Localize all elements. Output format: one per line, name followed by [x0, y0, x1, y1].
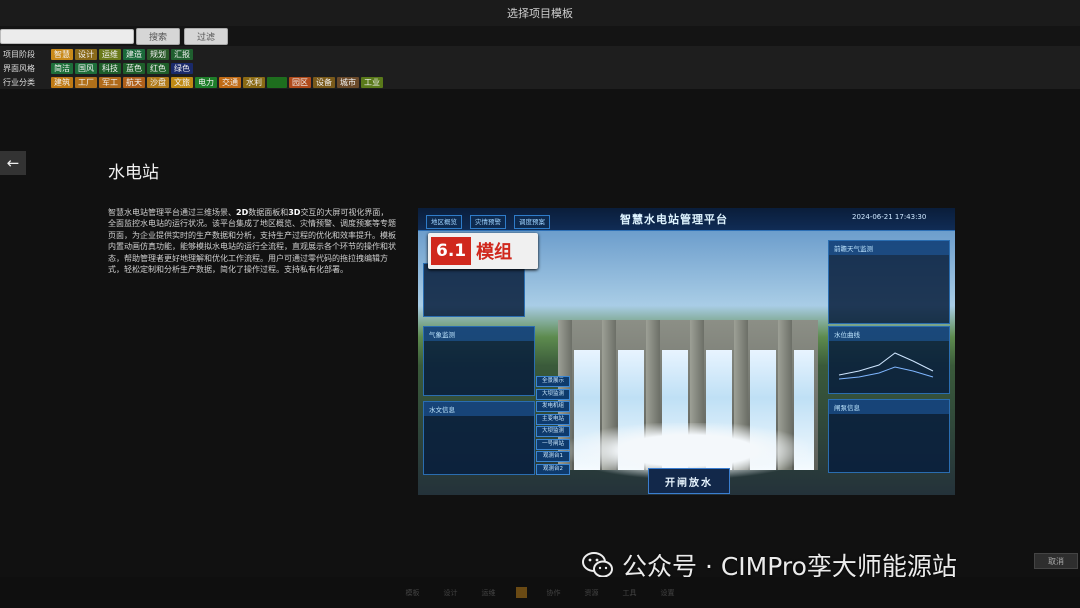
- filter-button[interactable]: 过滤: [184, 27, 229, 45]
- filter-tag-style[interactable]: 科技: [99, 62, 121, 74]
- window-title: 选择项目模板: [507, 7, 573, 20]
- search-button[interactable]: 搜索: [136, 27, 181, 45]
- preview-side-item: 发电机组: [536, 401, 570, 412]
- preview-panel-overview: [423, 263, 525, 317]
- filter-tag-industry[interactable]: 园区: [289, 76, 311, 88]
- filter-panel: 项目阶段 智慧 设计 运维 建造 规划 汇报 界面风格 简洁 国风 科技 蓝色 红色 绿色 行业分类…: [0, 46, 1080, 89]
- cancel-button[interactable]: 取消: [1034, 553, 1078, 569]
- filter-tag-industry[interactable]: 交通: [219, 76, 241, 88]
- module-badge-number: 6.1: [431, 237, 472, 265]
- open-gate-button: 开闸放水: [648, 468, 730, 494]
- arrow-left-icon: ←: [6, 154, 20, 172]
- filter-tag-industry[interactable]: 建筑: [51, 76, 73, 88]
- preview-tab: 地区概览: [426, 215, 462, 229]
- preview-side-item: 一号闸站: [536, 438, 570, 450]
- bottom-bar-square-icon: [515, 587, 527, 598]
- preview-title: 智慧水电站管理平台: [620, 213, 728, 226]
- filter-tag-stage[interactable]: 运维: [99, 48, 121, 60]
- filter-row-style: 界面风格 简洁 国风 科技 蓝色 红色 绿色: [0, 61, 1080, 75]
- preview-side-list: 全景展示 大坝监测 发电机组 主变电站 大坝监测 一号闸站 观测台1 观测台2: [536, 376, 570, 476]
- filter-tag-stage[interactable]: 汇报: [171, 48, 193, 60]
- module-badge-label: 模组: [476, 242, 513, 263]
- preview-panel-hydro: 水文信息: [423, 401, 535, 475]
- back-button[interactable]: ←: [0, 151, 26, 175]
- wechat-icon: [582, 552, 613, 578]
- filter-tag-industry[interactable]: 电力: [195, 76, 217, 88]
- preview-panel-gate: 闸泵信息: [828, 399, 950, 473]
- preview-side-item: 大坝监测: [536, 426, 570, 437]
- bottom-bar-item[interactable]: 模板: [406, 588, 420, 598]
- preview-time: 2024-06-21 17:43:30: [852, 213, 927, 221]
- filter-tag-stage[interactable]: 设计: [75, 48, 97, 60]
- bottom-bar-item[interactable]: 设置: [661, 588, 675, 598]
- bottom-bar-item[interactable]: 协作: [547, 588, 561, 598]
- template-description: 智慧水电站管理平台通过三维场景、2D数据面板和3D交互的大屏可视化界面，全面监控…: [108, 208, 396, 275]
- preview-side-item: 主变电站: [536, 413, 570, 425]
- filter-row-industry: 行业分类 建筑 工厂 军工 航天 沙盘 文旅 电力 交通 水利 园区 设备 城市 工业: [0, 75, 1080, 89]
- panel-title: 水位曲线: [829, 327, 949, 341]
- filter-tag-stage[interactable]: 智慧: [51, 48, 73, 60]
- preview-tab: 灾情预警: [470, 215, 506, 229]
- water-level-line-icon: [838, 352, 934, 380]
- preview-tab: 调度预案: [514, 215, 550, 229]
- filter-label-style: 界面风格: [3, 63, 35, 73]
- filter-tag-style[interactable]: 国风: [75, 62, 97, 74]
- preview-panel-curve: 水位曲线: [828, 326, 950, 394]
- bottom-bar-item[interactable]: 运维: [482, 588, 496, 598]
- filter-tag-style[interactable]: 红色: [147, 62, 169, 74]
- bottom-bar-item[interactable]: 工具: [623, 588, 637, 598]
- preview-side-item: 大坝监测: [536, 388, 570, 400]
- filter-tag-style[interactable]: 蓝色: [123, 62, 145, 74]
- filter-tag-industry[interactable]: 设备: [313, 76, 335, 88]
- filter-label-stage: 项目阶段: [3, 49, 35, 59]
- toolbar: 搜索 过滤: [0, 26, 1080, 46]
- preview-panel-forecast: 前瞻天气监测: [828, 240, 950, 324]
- filter-tag-style[interactable]: 绿色: [171, 62, 193, 74]
- template-preview-image[interactable]: 地区概览 灾情预警 调度预案 智慧水电站管理平台 2024-06-21 17:4…: [418, 208, 955, 495]
- filter-tag-industry[interactable]: 沙盘: [147, 76, 169, 88]
- filter-tag-industry[interactable]: 工厂: [75, 76, 97, 88]
- panel-title: 闸泵信息: [829, 400, 949, 414]
- page-title: 水电站: [108, 163, 159, 183]
- filter-tag-stage[interactable]: 建造: [123, 48, 145, 60]
- filter-row-stage: 项目阶段 智慧 设计 运维 建造 规划 汇报: [0, 47, 1080, 61]
- filter-label-industry: 行业分类: [3, 77, 35, 87]
- preview-side-item: 全景展示: [536, 376, 570, 387]
- search-input[interactable]: [0, 28, 134, 44]
- preview-panel-weather: 气象监测: [423, 326, 535, 396]
- filter-tag-industry[interactable]: 军工: [99, 76, 121, 88]
- panel-title: 水文信息: [424, 402, 534, 416]
- preview-header: 地区概览 灾情预警 调度预案 智慧水电站管理平台 2024-06-21 17:4…: [418, 208, 955, 231]
- filter-tag-industry[interactable]: 航天: [123, 76, 145, 88]
- module-badge: 6.1 模组: [428, 233, 538, 269]
- filter-tag-industry[interactable]: 文旅: [171, 76, 193, 88]
- bottom-bar-item[interactable]: 资源: [585, 588, 599, 598]
- filter-tag-industry[interactable]: 工业: [361, 76, 383, 88]
- panel-title: 前瞻天气监测: [829, 241, 949, 255]
- filter-tag-style[interactable]: 简洁: [51, 62, 73, 74]
- bottom-bar-item[interactable]: 设计: [444, 588, 458, 598]
- panel-title: 气象监测: [424, 327, 534, 341]
- filter-tag-industry[interactable]: 城市: [337, 76, 359, 88]
- filter-tag-industry[interactable]: 水利: [243, 76, 265, 88]
- preview-side-item: 观测台1: [536, 451, 570, 462]
- preview-side-item: 观测台2: [536, 463, 570, 475]
- filter-tag-industry[interactable]: [267, 76, 287, 88]
- window-title-bar: 选择项目模板: [0, 0, 1080, 26]
- filter-tag-stage[interactable]: 规划: [147, 48, 169, 60]
- bottom-bar: 模板 设计 运维 协作 资源 工具 设置: [0, 577, 1080, 608]
